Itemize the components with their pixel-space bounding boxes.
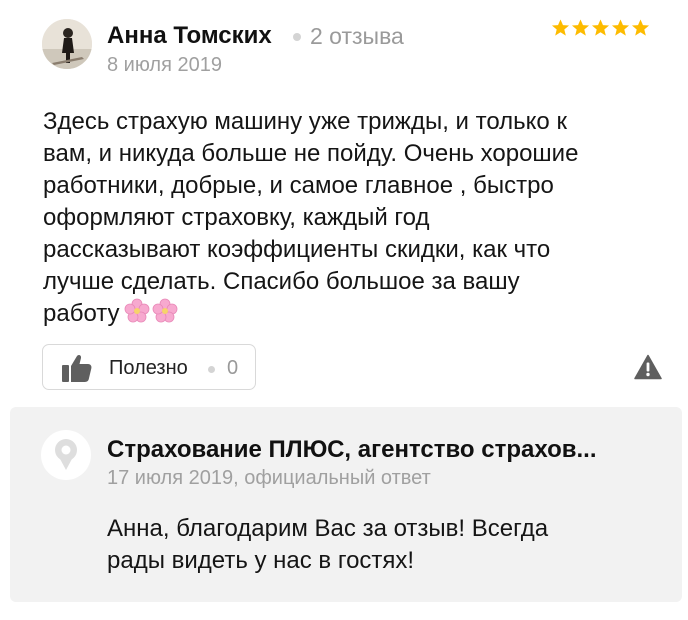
reply-text: Анна, благодарим Вас за отзыв! Всегда ра… [107, 515, 549, 574]
star-icon [551, 19, 570, 36]
cherry-blossom-icon [152, 298, 177, 323]
rating-stars [551, 18, 650, 42]
helpful-count: 0 [227, 357, 239, 379]
separator-dot [208, 366, 215, 373]
author-name[interactable]: Анна Томских [107, 22, 272, 50]
thumbs-up-icon [62, 354, 92, 382]
helpful-label: Полезно [109, 357, 188, 379]
organization-name[interactable]: Страхование ПЛЮС, агентство страхов... [107, 436, 642, 464]
review-card: Анна Томских 2 отзыва 8 июля 2019 Здесь … [0, 0, 688, 620]
star-icon [611, 19, 630, 36]
warning-icon[interactable] [634, 354, 662, 380]
star-icon [571, 19, 590, 36]
reply-date: 17 июля 2019, официальный ответ [107, 467, 431, 489]
review-text-content: Здесь страхую машину уже трижды, и тольк… [43, 108, 579, 327]
star-icon [591, 19, 610, 36]
separator-dot [293, 33, 301, 41]
helpful-button[interactable]: Полезно 0 [42, 344, 256, 390]
organization-logo[interactable] [41, 430, 91, 480]
review-text: Здесь страхую машину уже трижды, и тольк… [43, 106, 653, 330]
cherry-blossom-icon [124, 298, 149, 323]
author-reviews-count[interactable]: 2 отзыва [310, 23, 404, 50]
flower-emoji [124, 298, 178, 324]
star-icon [631, 19, 650, 36]
author-avatar[interactable] [42, 19, 92, 69]
review-date: 8 июля 2019 [107, 54, 222, 76]
